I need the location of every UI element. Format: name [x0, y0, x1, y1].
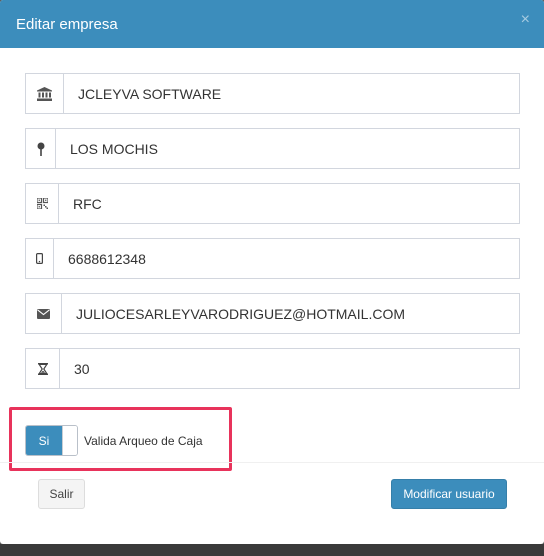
exit-button[interactable]: Salir [38, 479, 85, 509]
phone-input[interactable]: 6688612348 [53, 238, 520, 279]
map-pin-icon [37, 142, 45, 156]
email-addon [25, 293, 61, 334]
city-addon [25, 128, 55, 169]
qrcode-icon [36, 198, 48, 209]
rfc-addon [25, 183, 58, 224]
days-input[interactable]: 30 [59, 348, 520, 389]
valida-arqueo-toggle[interactable]: Si [25, 425, 78, 456]
modal-header: Editar empresa × [0, 0, 544, 48]
rfc-field: RFC [25, 183, 520, 224]
modal-body: JCLEYVA SOFTWARE LOS MOCHIS RFC 66886123… [0, 48, 544, 471]
edit-company-modal: Editar empresa × JCLEYVA SOFTWARE LOS MO… [0, 0, 544, 544]
company-name-field: JCLEYVA SOFTWARE [25, 73, 520, 114]
email-field: JULIOCESARLEYVARODRIGUEZ@HOTMAIL.COM [25, 293, 520, 334]
toggle-label: Valida Arqueo de Caja [84, 434, 203, 448]
close-icon[interactable]: × [521, 12, 530, 28]
city-field: LOS MOCHIS [25, 128, 520, 169]
modal-title: Editar empresa [16, 15, 118, 33]
company-name-addon [25, 73, 63, 114]
company-name-input[interactable]: JCLEYVA SOFTWARE [63, 73, 520, 114]
phone-addon [25, 238, 53, 279]
modal-backdrop [0, 544, 544, 556]
phone-field: 6688612348 [25, 238, 520, 279]
envelope-icon [37, 308, 50, 319]
footer-divider [0, 462, 544, 463]
days-field: 30 [25, 348, 520, 389]
rfc-input[interactable]: RFC [58, 183, 520, 224]
days-addon [25, 348, 59, 389]
email-input[interactable]: JULIOCESARLEYVARODRIGUEZ@HOTMAIL.COM [61, 293, 520, 334]
toggle-row: Si Valida Arqueo de Caja [9, 403, 520, 471]
toggle-knob [62, 426, 77, 455]
mobile-phone-icon [36, 253, 43, 264]
toggle-on-label: Si [26, 426, 62, 455]
modify-user-button[interactable]: Modificar usuario [391, 479, 507, 509]
bank-icon [37, 86, 52, 101]
hourglass-icon [37, 362, 48, 375]
city-input[interactable]: LOS MOCHIS [55, 128, 520, 169]
